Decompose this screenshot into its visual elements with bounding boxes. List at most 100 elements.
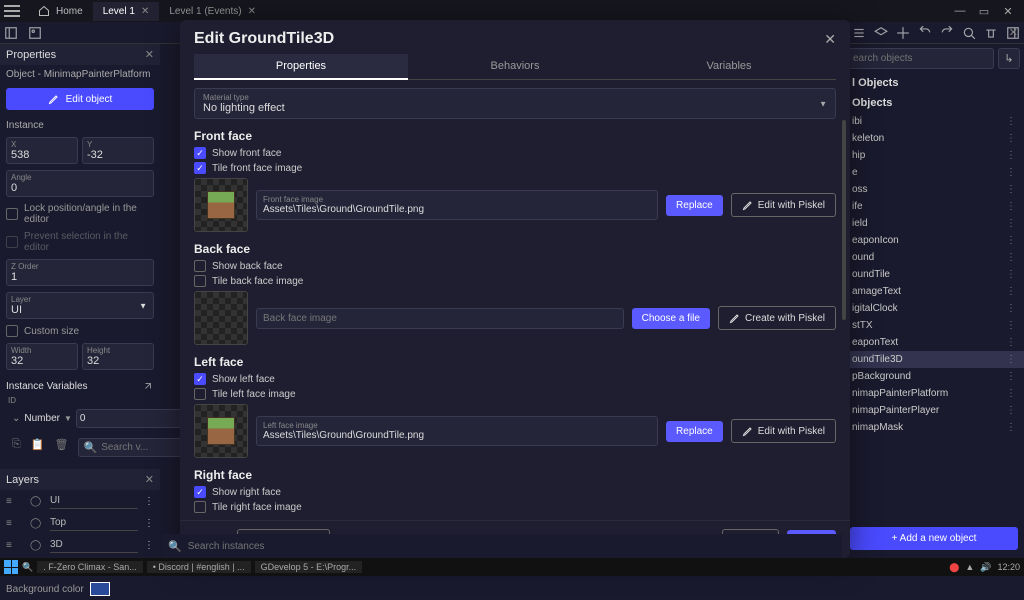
paste-icon[interactable]: 📋 [31, 438, 45, 457]
more-icon[interactable]: ⋮ [144, 540, 154, 551]
more-icon[interactable]: ⋮ [1006, 422, 1016, 433]
angle-field[interactable]: Angle0 [6, 170, 154, 197]
more-icon[interactable]: ⋮ [1006, 337, 1016, 348]
tile-right-checkbox[interactable] [194, 501, 206, 513]
edit-piskel-button[interactable]: Edit with Piskel [731, 419, 836, 443]
show-right-checkbox[interactable]: ✓ [194, 486, 206, 498]
tab-behaviors[interactable]: Behaviors [408, 54, 622, 80]
var-type[interactable]: Number [24, 413, 60, 424]
trash-icon[interactable] [984, 26, 998, 40]
share-icon[interactable] [142, 380, 154, 392]
y-field[interactable]: Y-32 [82, 137, 154, 164]
tab-level1[interactable]: Level 1 ✕ [93, 2, 160, 21]
redo-icon[interactable] [940, 26, 954, 40]
search-icon[interactable]: 🔍 [22, 562, 33, 573]
task-item[interactable]: • Discord | #english | ... [147, 561, 251, 573]
maximize-button[interactable]: ▭ [972, 5, 996, 18]
tile-back-checkbox[interactable] [194, 275, 206, 287]
task-item[interactable]: . F-Zero Climax - San... [37, 561, 143, 573]
more-icon[interactable]: ⋮ [1006, 320, 1016, 331]
panel-left-icon[interactable] [4, 26, 18, 40]
object-list-item[interactable]: amageText⋮ [844, 283, 1024, 300]
create-piskel-button[interactable]: Create with Piskel [718, 306, 836, 330]
object-search-input[interactable] [848, 48, 994, 69]
object-list-item[interactable]: pBackground⋮ [844, 368, 1024, 385]
grid-icon[interactable] [896, 26, 910, 40]
task-item[interactable]: GDevelop 5 - E:\Progr... [255, 561, 363, 573]
object-list-item[interactable]: eaponIcon⋮ [844, 232, 1024, 249]
hamburger-icon[interactable] [4, 5, 20, 17]
start-button[interactable] [4, 560, 18, 574]
clock[interactable]: 12:20 [997, 562, 1020, 572]
menu-icon[interactable]: ≡ [6, 518, 24, 529]
object-list-item[interactable]: ound⋮ [844, 249, 1024, 266]
more-icon[interactable]: ⋮ [1006, 184, 1016, 195]
close-button[interactable]: ✕ [996, 5, 1020, 18]
object-list-item[interactable]: hip⋮ [844, 147, 1024, 164]
close-icon[interactable]: ✕ [824, 31, 836, 48]
eye-icon[interactable]: ◯ [30, 540, 44, 551]
layer-row[interactable]: ≡◯3D⋮ [0, 534, 160, 556]
more-icon[interactable]: ⋮ [1006, 235, 1016, 246]
object-list-item[interactable]: e⋮ [844, 164, 1024, 181]
replace-button[interactable]: Replace [666, 195, 723, 216]
search-go-button[interactable]: ↳ [998, 48, 1020, 69]
more-icon[interactable]: ⋮ [1006, 252, 1016, 263]
tile-front-checkbox[interactable]: ✓ [194, 162, 206, 174]
object-list-item[interactable]: oss⋮ [844, 181, 1024, 198]
edit-piskel-button[interactable]: Edit with Piskel [731, 193, 836, 217]
customsize-checkbox[interactable] [6, 325, 18, 337]
list-icon[interactable] [852, 26, 866, 40]
prevent-checkbox[interactable] [6, 236, 18, 248]
material-type-select[interactable]: Material type No lighting effect ▼ [194, 88, 836, 119]
scrollbar[interactable] [842, 120, 846, 320]
edit-object-button[interactable]: Edit object [6, 88, 154, 110]
object-list-item[interactable]: nimapPainterPlayer⋮ [844, 402, 1024, 419]
eye-icon[interactable]: ◯ [30, 496, 44, 507]
more-icon[interactable]: ⋮ [1006, 116, 1016, 127]
show-left-checkbox[interactable]: ✓ [194, 373, 206, 385]
object-list-item[interactable]: oundTile3D⋮ [844, 351, 1024, 368]
lock-checkbox[interactable] [6, 208, 18, 220]
delete-icon[interactable]: 🗑 [55, 438, 69, 457]
tab-properties[interactable]: Properties [194, 54, 408, 80]
tab-level1-events[interactable]: Level 1 (Events) ✕ [159, 2, 266, 21]
height-field[interactable]: Height32 [82, 343, 154, 370]
tray-icon[interactable]: ⬤ [949, 562, 959, 573]
eye-icon[interactable]: ◯ [30, 518, 44, 529]
more-icon[interactable]: ⋮ [1006, 371, 1016, 382]
close-icon[interactable]: ✕ [141, 6, 149, 17]
more-icon[interactable]: ⋮ [1006, 133, 1016, 144]
object-list-item[interactable]: ibi⋮ [844, 113, 1024, 130]
object-list-item[interactable]: igitalClock⋮ [844, 300, 1024, 317]
left-image-input[interactable]: Left face image Assets\Tiles\Ground\Grou… [256, 416, 658, 446]
add-object-button[interactable]: + Add a new object [850, 527, 1018, 550]
object-list-item[interactable]: ield⋮ [844, 215, 1024, 232]
layer-field[interactable]: LayerUI▼ [6, 292, 154, 319]
more-icon[interactable]: ⋮ [144, 518, 154, 529]
menu-icon[interactable]: ≡ [6, 540, 24, 551]
image-icon[interactable] [28, 26, 42, 40]
tray-icon[interactable]: 🔊 [980, 562, 991, 573]
more-icon[interactable]: ⋮ [1006, 218, 1016, 229]
more-icon[interactable]: ⋮ [1006, 405, 1016, 416]
more-icon[interactable]: ⋮ [144, 496, 154, 507]
more-icon[interactable]: ⋮ [1006, 354, 1016, 365]
tile-left-checkbox[interactable] [194, 388, 206, 400]
tray-icon[interactable]: ▲ [965, 562, 974, 572]
more-icon[interactable]: ⋮ [1006, 167, 1016, 178]
undo-icon[interactable] [918, 26, 932, 40]
close-panel-icon[interactable]: ✕ [1009, 26, 1018, 39]
system-tray[interactable]: ⬤ ▲ 🔊 12:20 [949, 562, 1020, 573]
layer-row[interactable]: ≡◯Top⋮ [0, 512, 160, 534]
color-swatch[interactable] [90, 582, 110, 596]
x-field[interactable]: X538 [6, 137, 78, 164]
copy-icon[interactable]: ⎘ [12, 438, 21, 457]
object-list-item[interactable]: nimapPainterPlatform⋮ [844, 385, 1024, 402]
object-list-item[interactable]: stTX⋮ [844, 317, 1024, 334]
object-list-item[interactable]: nimapMask⋮ [844, 419, 1024, 436]
close-icon[interactable]: ✕ [248, 6, 256, 17]
menu-icon[interactable]: ≡ [6, 496, 24, 507]
layer-row[interactable]: ≡◯UI⋮ [0, 490, 160, 512]
front-image-input[interactable]: Front face image Assets\Tiles\Ground\Gro… [256, 190, 658, 220]
